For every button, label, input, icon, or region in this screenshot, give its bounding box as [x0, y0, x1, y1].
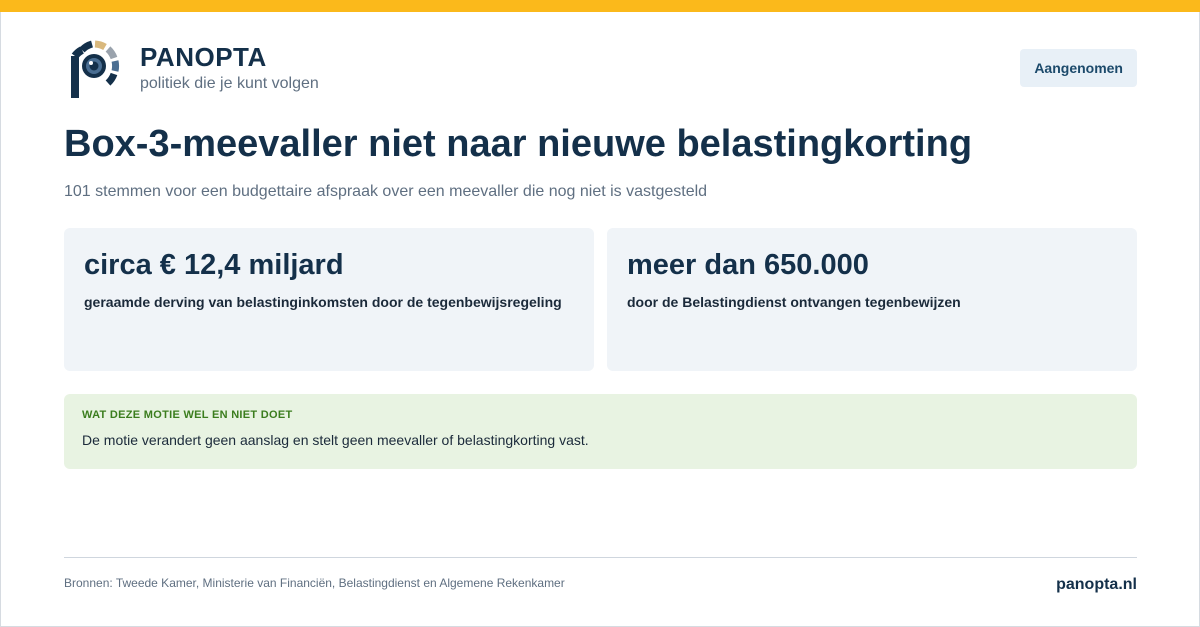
stat-description: door de Belastingdienst ontvangen tegenb… — [627, 294, 961, 310]
info-text: De motie verandert geen aanslag en stelt… — [82, 432, 589, 448]
sources-text: Bronnen: Tweede Kamer, Ministerie van Fi… — [64, 576, 565, 590]
stat-card-derving: circa € 12,4 miljard geraamde derving va… — [64, 228, 594, 371]
top-accent-bar — [0, 0, 1200, 12]
page-subtitle: 101 stemmen voor een budgettaire afspraa… — [64, 183, 708, 200]
panopta-eye-logo-icon — [68, 40, 120, 100]
info-heading: WAT DEZE MOTIE WEL EN NIET DOET — [82, 409, 293, 421]
site-link[interactable]: panopta.nl — [1056, 575, 1137, 595]
stat-value: circa € 12,4 miljard — [84, 249, 344, 281]
footer-divider — [64, 557, 1137, 558]
brand-tagline: politiek die je kunt volgen — [140, 75, 319, 92]
page-title: Box-3-meevaller niet naar nieuwe belasti… — [64, 123, 973, 165]
stat-description: geraamde derving van belastinginkomsten … — [84, 294, 562, 310]
status-badge: Aangenomen — [1020, 49, 1137, 87]
motion-info-box: WAT DEZE MOTIE WEL EN NIET DOET De motie… — [64, 394, 1137, 469]
stat-card-tegenbewijzen: meer dan 650.000 door de Belastingdienst… — [607, 228, 1137, 371]
stat-value: meer dan 650.000 — [627, 249, 869, 281]
brand-name: PANOPTA — [140, 42, 267, 72]
